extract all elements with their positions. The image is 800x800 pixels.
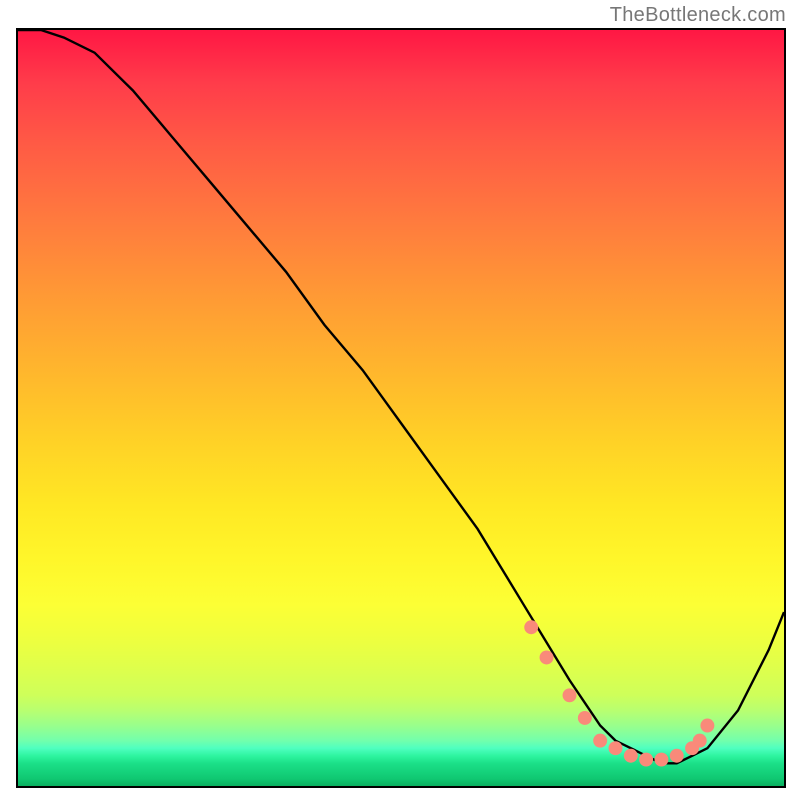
data-marker bbox=[693, 734, 707, 748]
watermark-text: TheBottleneck.com bbox=[610, 4, 786, 27]
data-marker bbox=[654, 753, 668, 767]
data-marker bbox=[670, 749, 684, 763]
data-marker bbox=[524, 620, 538, 634]
data-marker bbox=[609, 741, 623, 755]
data-marker bbox=[639, 753, 653, 767]
data-marker bbox=[685, 741, 699, 755]
data-marker bbox=[563, 688, 577, 702]
data-marker bbox=[540, 651, 554, 665]
plot-area bbox=[16, 28, 786, 788]
curve-line bbox=[18, 30, 784, 763]
data-marker bbox=[593, 734, 607, 748]
data-marker bbox=[624, 749, 638, 763]
chart-svg bbox=[18, 30, 784, 786]
data-marker bbox=[700, 719, 714, 733]
data-marker bbox=[578, 711, 592, 725]
curve-markers bbox=[524, 620, 714, 766]
chart-container: TheBottleneck.com bbox=[0, 0, 800, 800]
